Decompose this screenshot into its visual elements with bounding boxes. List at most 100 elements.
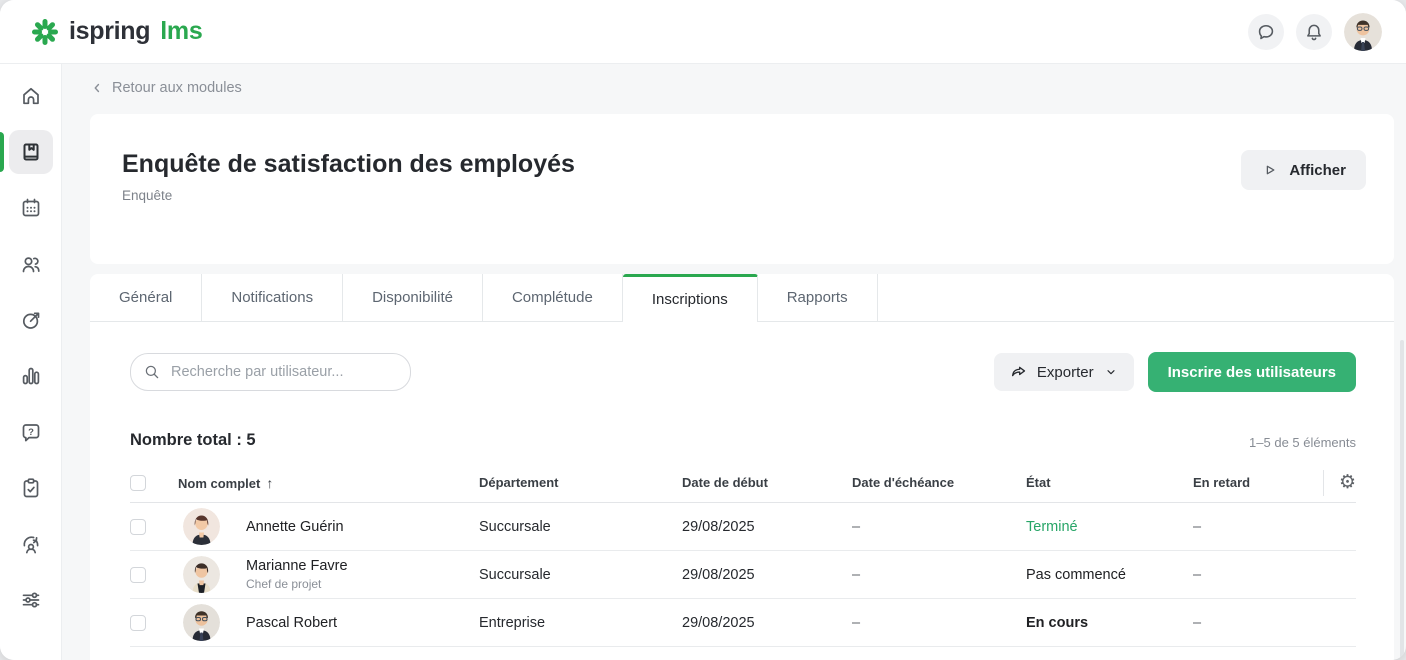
column-header-department[interactable]: Département — [479, 475, 682, 490]
sidebar-item-reports[interactable] — [9, 354, 53, 398]
chevron-down-icon — [1107, 370, 1115, 375]
app-window: ispring lms ? Retour aux modules Enquête… — [0, 0, 1406, 660]
search-field — [130, 353, 411, 391]
column-header-due-date[interactable]: Date d'échéance — [852, 475, 1026, 490]
summary-row: Nombre total : 5 1–5 de 5 éléments — [130, 431, 1356, 450]
column-header-name[interactable]: Nom complet ↑ — [178, 475, 479, 491]
export-arrow-icon — [1011, 366, 1026, 376]
sidebar-item-calendar[interactable] — [9, 186, 53, 230]
title-card: Enquête de satisfaction des employés Enq… — [90, 114, 1394, 264]
export-button-label: Exporter — [1036, 363, 1094, 381]
sort-ascending-icon[interactable]: ↑ — [266, 475, 273, 491]
export-button[interactable]: Exporter — [993, 353, 1134, 391]
avatar — [183, 508, 220, 545]
table-row[interactable]: Annette Guérin Succursale 29/08/2025 – T… — [130, 503, 1356, 551]
user-name[interactable]: Marianne Favre — [246, 558, 348, 574]
chat-bubble-icon — [1258, 24, 1274, 39]
play-icon — [1267, 165, 1275, 175]
book-courses-icon — [23, 143, 38, 161]
tab-availability[interactable]: Disponibilité — [343, 274, 483, 322]
row-checkbox[interactable] — [130, 614, 146, 631]
brand-suffix: lms — [160, 17, 203, 45]
notifications-button[interactable] — [1296, 13, 1332, 50]
enrollments-panel: Exporter Inscrire des utilisateurs Nombr… — [90, 322, 1394, 660]
page-title: Enquête de satisfaction des employés — [122, 150, 575, 178]
sidebar-nav: ? — [0, 64, 62, 660]
breadcrumb-label: Retour aux modules — [112, 80, 242, 96]
cell-start-date: 29/08/2025 — [682, 566, 755, 583]
sliders-icon — [22, 592, 39, 608]
sidebar-item-settings[interactable] — [9, 578, 53, 622]
breadcrumb-back[interactable]: Retour aux modules — [90, 80, 242, 96]
column-header-start-date[interactable]: Date de début — [682, 475, 852, 490]
vertical-scrollbar[interactable] — [1400, 340, 1404, 660]
active-indicator — [0, 132, 4, 172]
pagination-range: 1–5 de 5 éléments — [1249, 435, 1356, 450]
sidebar-item-tasks[interactable] — [9, 466, 53, 510]
tab-notifications[interactable]: Notifications — [202, 274, 344, 322]
man-suit-glasses-avatar — [183, 604, 220, 641]
cell-department: Succursale — [479, 518, 551, 535]
messages-button[interactable] — [1248, 13, 1284, 50]
user-name[interactable]: Pascal Robert — [246, 615, 337, 631]
cell-department: Entreprise — [479, 614, 546, 631]
column-divider — [1322, 469, 1324, 496]
user-name[interactable]: Annette Guérin — [246, 519, 344, 535]
woman-dark-hair-avatar — [183, 508, 220, 545]
cell-due-date: – — [852, 614, 861, 631]
user-avatar[interactable] — [1344, 12, 1382, 51]
bar-chart-icon — [22, 367, 39, 385]
search-input[interactable] — [130, 353, 411, 391]
tab-bar: Général Notifications Disponibilité Comp… — [90, 274, 1394, 322]
calendar-icon — [22, 198, 39, 217]
enroll-users-button[interactable]: Inscrire des utilisateurs — [1147, 352, 1356, 392]
sidebar-item-home[interactable] — [9, 74, 53, 118]
column-header-late[interactable]: En retard — [1193, 475, 1295, 490]
sidebar-item-help[interactable]: ? — [9, 410, 53, 454]
cell-due-date: – — [852, 566, 861, 583]
cell-late: – — [1193, 614, 1202, 631]
table-settings-gear-icon[interactable]: ⚙ — [1339, 473, 1356, 492]
view-button[interactable]: Afficher — [1241, 150, 1366, 190]
ispring-asterisk-icon — [32, 18, 58, 45]
main-area: Retour aux modules Enquête de satisfacti… — [62, 64, 1406, 660]
row-checkbox[interactable] — [130, 518, 146, 535]
cell-due-date: – — [852, 518, 861, 535]
column-header-status[interactable]: État — [1026, 475, 1193, 490]
brand-name: ispring — [69, 17, 151, 45]
status-badge: Terminé — [1026, 518, 1078, 535]
cell-start-date: 29/08/2025 — [682, 518, 755, 535]
table-row[interactable]: Pascal Robert Entreprise 29/08/2025 – En… — [130, 599, 1356, 647]
page-subtitle: Enquête — [122, 188, 173, 203]
ispring-logo[interactable]: ispring lms — [30, 17, 203, 47]
bell-icon — [1307, 24, 1321, 40]
tab-reports[interactable]: Rapports — [757, 274, 878, 322]
users-icon — [22, 257, 40, 273]
view-button-label: Afficher — [1289, 161, 1346, 179]
table-header-row: Nom complet ↑ Département Date de début D… — [130, 463, 1356, 503]
chevron-left-icon — [94, 83, 100, 93]
enrollments-table: Nom complet ↑ Département Date de début D… — [130, 463, 1356, 647]
tab-bar-filler — [877, 274, 1394, 322]
cell-start-date: 29/08/2025 — [682, 614, 755, 631]
sidebar-item-courses[interactable] — [0, 130, 53, 174]
tab-completion[interactable]: Complétude — [482, 274, 623, 322]
avatar — [183, 604, 220, 641]
select-all-checkbox[interactable] — [130, 474, 146, 491]
sidebar-item-users[interactable] — [9, 242, 53, 286]
tab-general[interactable]: Général — [90, 274, 203, 322]
cell-late: – — [1193, 566, 1202, 583]
clipboard-check-icon — [23, 478, 38, 498]
sidebar-item-goals[interactable] — [9, 298, 53, 342]
table-row[interactable]: Marianne Favre Chef de projet Succursale… — [130, 551, 1356, 599]
row-checkbox[interactable] — [130, 566, 146, 583]
sidebar-item-supervision[interactable] — [9, 522, 53, 566]
user-role: Chef de projet — [246, 577, 322, 591]
tab-enrollments[interactable]: Inscriptions — [622, 274, 758, 322]
home-icon — [22, 87, 39, 105]
total-count-label: Nombre total : 5 — [130, 431, 256, 449]
status-badge: En cours — [1026, 614, 1089, 631]
woman-light-jacket-avatar — [183, 556, 220, 593]
avatar — [183, 556, 220, 593]
cell-late: – — [1193, 518, 1202, 535]
